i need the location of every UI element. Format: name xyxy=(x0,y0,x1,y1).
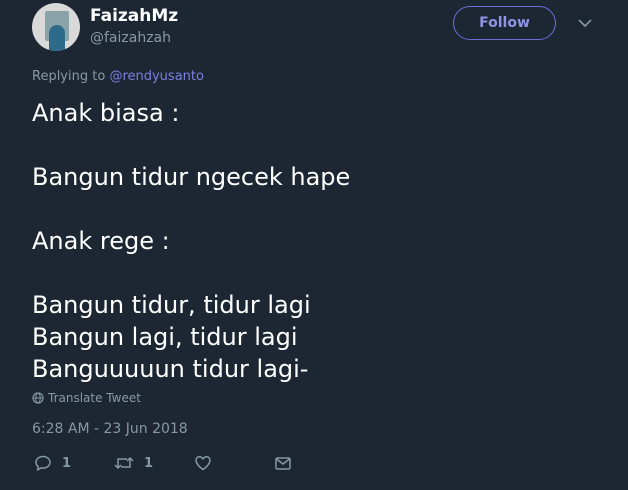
reply-icon xyxy=(35,455,51,471)
tweet-line xyxy=(32,257,612,289)
retweet-button[interactable]: 1 xyxy=(114,454,153,472)
tweet-line: Bangun tidur, tidur lagi xyxy=(32,291,311,319)
avatar-figure-shape xyxy=(49,25,65,51)
avatar[interactable] xyxy=(32,3,80,51)
tweet-line: Banguuuuun tidur lagi- xyxy=(32,355,309,383)
tweet-line: Bangun tidur ngecek hape xyxy=(32,163,351,191)
tweet-timestamp[interactable]: 6:28 AM - 23 Jun 2018 xyxy=(32,421,188,437)
like-button[interactable] xyxy=(194,454,212,472)
tweet-line: Bangun lagi, tidur lagi xyxy=(32,323,298,351)
tweet-line xyxy=(32,129,612,161)
reply-button[interactable]: 1 xyxy=(34,454,71,472)
reply-mention-link[interactable]: @rendyusanto xyxy=(109,69,204,84)
tweet-line: Anak biasa : xyxy=(32,99,180,127)
retweet-icon xyxy=(114,456,134,470)
retweet-count: 1 xyxy=(144,455,154,471)
translate-tweet-link[interactable]: Translate Tweet xyxy=(32,391,141,405)
replying-prefix: Replying to xyxy=(32,69,106,84)
display-name[interactable]: FaizahMz xyxy=(90,6,178,26)
tweet-line: Anak rege : xyxy=(32,227,170,255)
tweet-card: FaizahMz @faizahzah Follow Replying to @… xyxy=(0,0,628,490)
user-handle[interactable]: @faizahzah xyxy=(90,30,171,46)
tweet-line xyxy=(32,193,612,225)
replying-to: Replying to @rendyusanto xyxy=(32,69,204,84)
chevron-down-icon[interactable] xyxy=(578,18,592,28)
envelope-icon xyxy=(275,457,291,470)
follow-button[interactable]: Follow xyxy=(453,6,556,40)
reply-count: 1 xyxy=(62,455,72,471)
globe-icon xyxy=(32,392,44,404)
tweet-text: Anak biasa : Bangun tidur ngecek hape An… xyxy=(32,97,612,385)
heart-icon xyxy=(195,456,211,471)
direct-message-button[interactable] xyxy=(274,454,292,472)
translate-label: Translate Tweet xyxy=(48,391,141,405)
